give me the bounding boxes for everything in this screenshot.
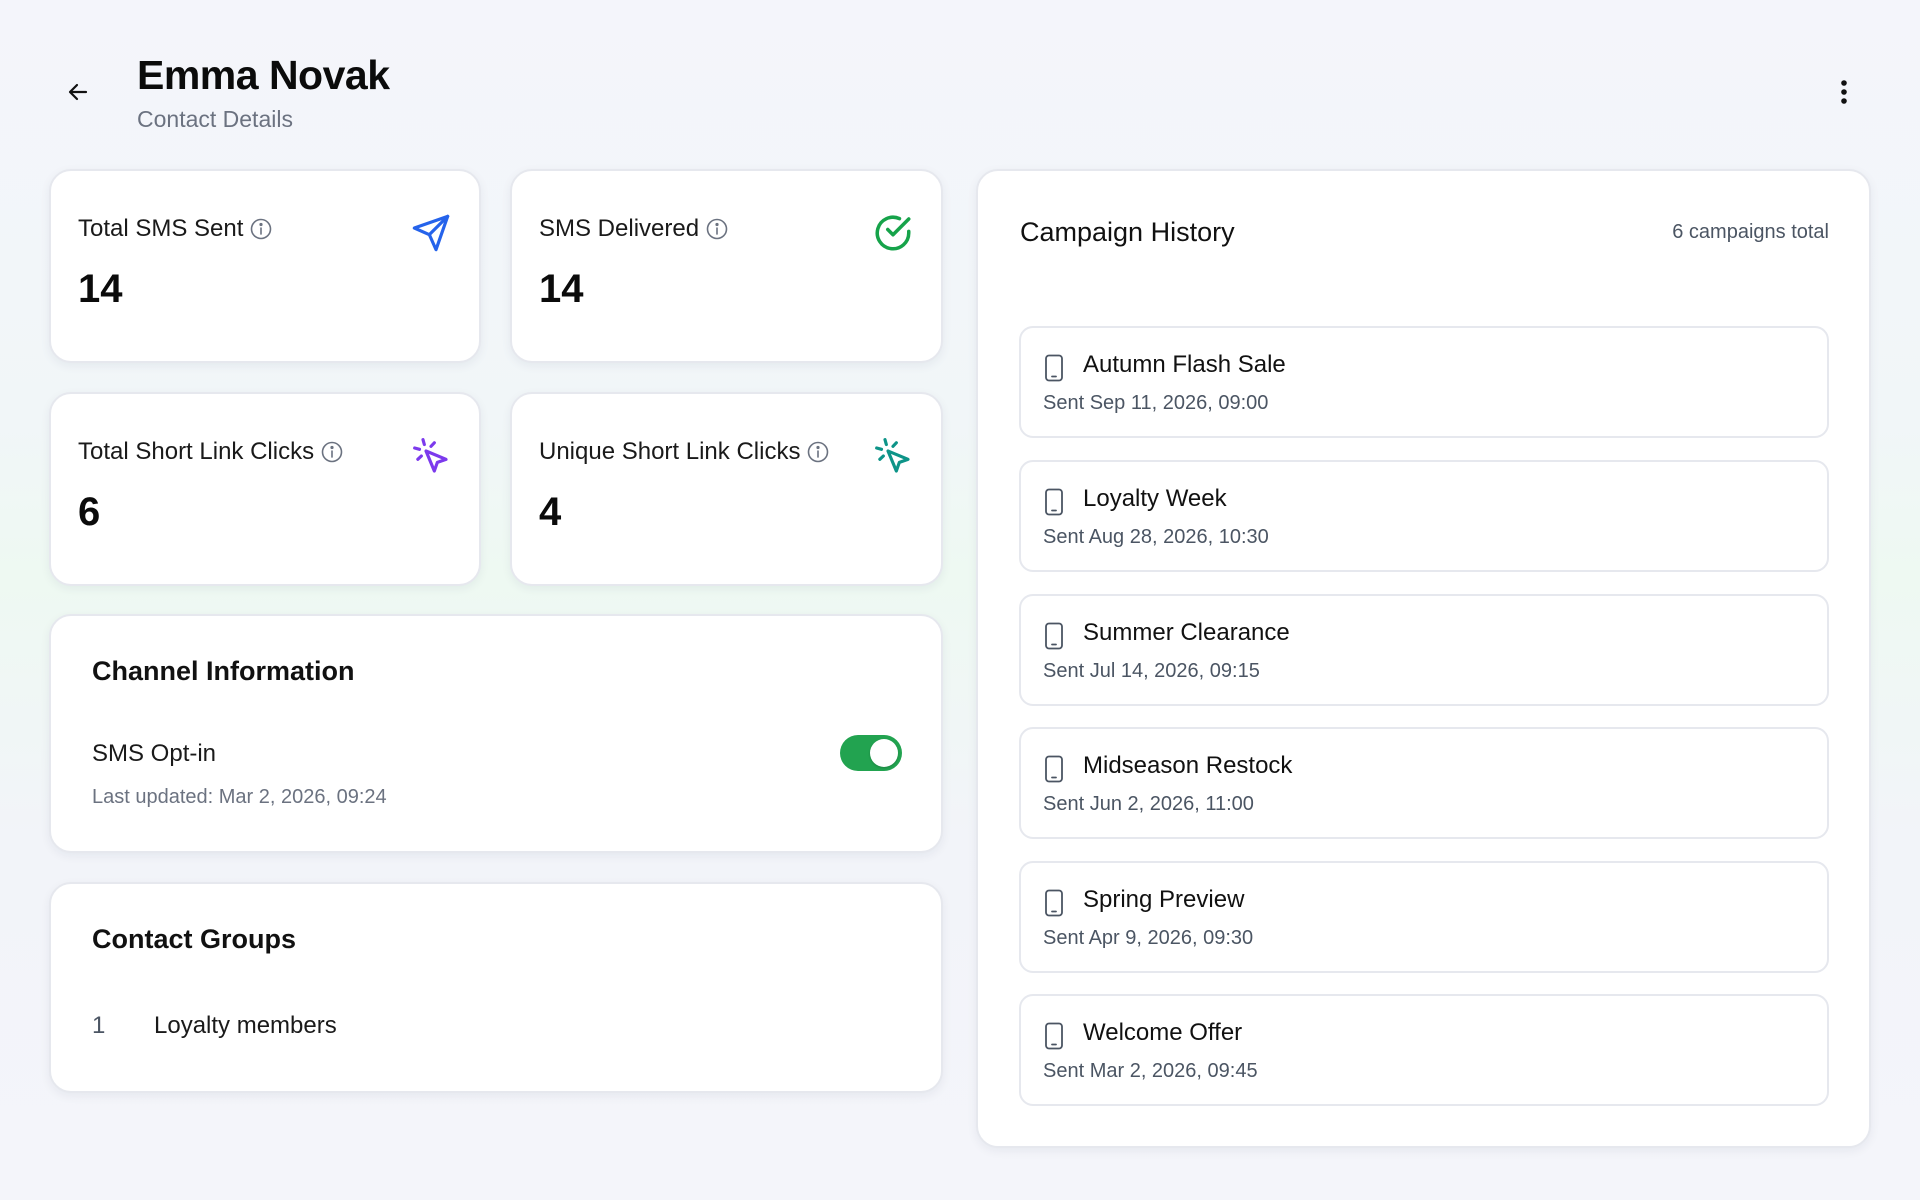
campaign-date: Sent Jun 2, 2026, 11:00: [1043, 793, 1254, 815]
group-name: Loyalty members: [154, 1012, 337, 1039]
cursor-click-icon: [871, 434, 915, 478]
campaign-item[interactable]: Loyalty Week Sent Aug 28, 2026, 10:30: [1019, 460, 1829, 572]
page-header: Emma Novak Contact Details: [0, 0, 1920, 160]
group-index: 1: [92, 1012, 106, 1039]
campaign-name: Loyalty Week: [1083, 485, 1227, 512]
phone-icon: [1045, 488, 1063, 516]
section-title: Contact Groups: [92, 924, 297, 954]
section-title: Campaign History: [1020, 217, 1235, 247]
campaign-item[interactable]: Midseason Restock Sent Jun 2, 2026, 11:0…: [1019, 727, 1829, 839]
info-icon[interactable]: [250, 218, 272, 240]
more-options-button[interactable]: [1826, 74, 1862, 110]
channel-information-card: Channel Information SMS Opt-in Last upda…: [49, 614, 943, 853]
stat-card-sms-delivered: SMS Delivered 14: [510, 169, 943, 363]
stat-card-total-link-clicks: Total Short Link Clicks 6: [49, 392, 481, 586]
phone-icon: [1045, 755, 1063, 783]
campaign-date: Sent Sep 11, 2026, 09:00: [1043, 392, 1269, 414]
campaign-name: Midseason Restock: [1083, 752, 1293, 779]
stat-value: 4: [539, 490, 562, 534]
arrow-left-icon: [68, 83, 88, 101]
stat-value: 6: [78, 490, 101, 534]
stat-value: 14: [78, 267, 123, 311]
list-item[interactable]: 1 Loyalty members: [92, 1012, 337, 1040]
page-subtitle: Contact Details: [137, 106, 293, 132]
stat-value: 14: [539, 267, 584, 311]
campaign-item[interactable]: Spring Preview Sent Apr 9, 2026, 09:30: [1019, 861, 1829, 973]
phone-icon: [1045, 1022, 1063, 1050]
stat-label: Total Short Link Clicks: [78, 438, 315, 465]
optin-last-updated: Last updated: Mar 2, 2026, 09:24: [92, 786, 387, 808]
phone-icon: [1045, 354, 1063, 382]
campaign-history-card: Campaign History 6 campaigns total Autum…: [976, 169, 1871, 1148]
campaign-name: Autumn Flash Sale: [1083, 351, 1286, 378]
phone-icon: [1045, 622, 1063, 650]
campaign-date: Sent Aug 28, 2026, 10:30: [1043, 526, 1269, 548]
campaign-date: Sent Mar 2, 2026, 09:45: [1043, 1060, 1258, 1082]
stat-card-unique-link-clicks: Unique Short Link Clicks 4: [510, 392, 943, 586]
cursor-click-icon: [409, 434, 453, 478]
info-icon[interactable]: [807, 441, 829, 463]
page-title: Emma Novak: [137, 52, 390, 98]
back-button[interactable]: [60, 74, 96, 110]
campaign-count: 6 campaigns total: [1672, 221, 1829, 243]
stat-label: Total SMS Sent: [78, 215, 244, 242]
phone-icon: [1045, 889, 1063, 917]
sms-optin-label: SMS Opt-in: [92, 740, 217, 767]
campaign-item[interactable]: Welcome Offer Sent Mar 2, 2026, 09:45: [1019, 994, 1829, 1106]
more-vertical-icon: [1841, 80, 1847, 104]
stat-label: Unique Short Link Clicks: [539, 438, 801, 465]
info-icon[interactable]: [706, 218, 728, 240]
stat-card-total-sms-sent: Total SMS Sent 14: [49, 169, 481, 363]
campaign-item[interactable]: Summer Clearance Sent Jul 14, 2026, 09:1…: [1019, 594, 1829, 706]
stat-label: SMS Delivered: [539, 215, 700, 242]
campaign-item[interactable]: Autumn Flash Sale Sent Sep 11, 2026, 09:…: [1019, 326, 1829, 438]
campaign-name: Summer Clearance: [1083, 619, 1290, 646]
sms-optin-toggle[interactable]: [840, 735, 902, 771]
campaign-name: Spring Preview: [1083, 886, 1245, 913]
info-icon[interactable]: [321, 441, 343, 463]
toggle-knob: [870, 739, 898, 767]
campaign-date: Sent Apr 9, 2026, 09:30: [1043, 927, 1254, 949]
send-icon: [409, 211, 453, 255]
campaign-name: Welcome Offer: [1083, 1019, 1243, 1046]
campaign-date: Sent Jul 14, 2026, 09:15: [1043, 660, 1260, 682]
check-circle-icon: [871, 211, 915, 255]
section-title: Channel Information: [92, 656, 355, 686]
contact-groups-card: Contact Groups 1 Loyalty members: [49, 882, 943, 1093]
